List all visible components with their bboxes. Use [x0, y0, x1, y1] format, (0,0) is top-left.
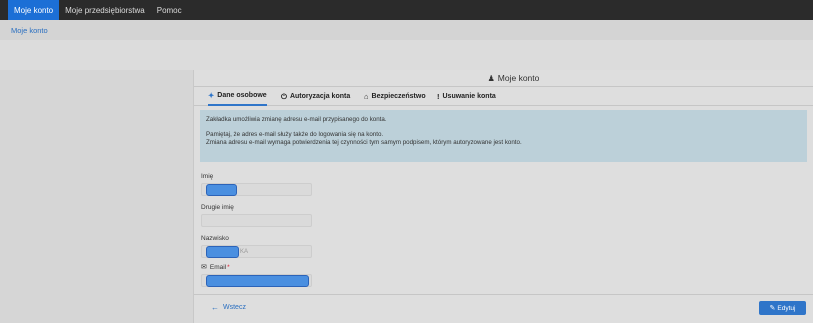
edit-label: Edytuj	[777, 304, 796, 312]
second-name-field: Drugie imię	[201, 204, 312, 227]
nav-item-moje-konto[interactable]: Moje konto	[8, 0, 60, 20]
tab-label: Dane osobowe	[217, 92, 267, 99]
breadcrumb[interactable]: Moje konto	[11, 26, 48, 35]
lock-icon: ⌂	[364, 92, 369, 101]
top-navigation: Moje konto Moje przedsiębiorstwa Pomoc	[0, 0, 813, 20]
last-name-label: Nazwisko	[201, 235, 229, 242]
arrow-left-icon: ←	[211, 303, 219, 312]
tab-label: Usuwanie konta	[442, 93, 496, 100]
back-label: Wstecz	[223, 304, 246, 311]
tabs: ✦ Dane osobowe ⏻ Autoryzacja konta ⌂ Bez…	[194, 87, 813, 106]
nav-item-moje-przedsiebiorstwa[interactable]: Moje przedsiębiorstwa	[59, 0, 151, 20]
left-column	[0, 70, 193, 323]
nav-item-pomoc[interactable]: Pomoc	[151, 0, 188, 20]
last-name-suffix: KA	[240, 249, 249, 255]
redacted-value	[206, 275, 309, 287]
tab-label: Bezpieczeństwo	[371, 93, 426, 100]
second-name-label: Drugie imię	[201, 204, 234, 211]
info-text: Zakładka umożliwia zmianę adresu e-mail …	[206, 116, 387, 123]
tab-autoryzacja-konta[interactable]: ⏻ Autoryzacja konta	[281, 87, 350, 106]
redacted-value	[206, 246, 239, 258]
first-name-field: Imię	[201, 173, 312, 196]
info-text: Pamiętaj, że adres e-mail służy także do…	[206, 130, 384, 138]
power-icon: ⏻	[281, 91, 287, 101]
email-label-row: ✉ Email *	[201, 263, 312, 272]
tab-label: Autoryzacja konta	[289, 93, 351, 100]
second-name-input[interactable]	[201, 214, 312, 227]
panel-footer: ← Wstecz ✎ Edytuj	[194, 294, 813, 323]
tab-bezpieczenstwo[interactable]: ⌂ Bezpieczeństwo	[364, 87, 426, 106]
panel-title: Moje konto	[497, 73, 540, 83]
mail-icon: ✉	[201, 264, 207, 271]
info-box: Zakładka umożliwia zmianę adresu e-mail …	[200, 110, 807, 162]
breadcrumb-bar: Moje konto	[0, 20, 813, 40]
account-panel: ♟ Moje konto ✦ Dane osobowe ⏻ Autoryzacj…	[193, 70, 813, 323]
tab-dane-osobowe[interactable]: ✦ Dane osobowe	[208, 87, 267, 106]
last-name-input[interactable]: KA	[201, 245, 312, 258]
back-link[interactable]: ← Wstecz	[211, 303, 246, 312]
tab-usuwanie-konta[interactable]: ! Usuwanie konta	[437, 87, 496, 106]
email-label: Email	[209, 263, 227, 271]
required-mark: *	[227, 263, 230, 271]
panel-header: ♟ Moje konto	[194, 70, 813, 87]
edit-icon: ✎	[769, 305, 776, 312]
first-name-label: Imię	[201, 173, 214, 180]
person-icon: ✦	[208, 91, 215, 100]
last-name-field: Nazwisko KA	[201, 235, 312, 258]
first-name-input[interactable]	[201, 183, 312, 196]
exclamation-icon: !	[437, 92, 440, 101]
redacted-value	[206, 184, 237, 196]
email-field: ✉ Email *	[201, 263, 312, 287]
info-text: Zmiana adresu e-mail wymaga potwierdzeni…	[206, 139, 522, 146]
email-input[interactable]	[201, 274, 312, 287]
edit-button[interactable]: ✎ Edytuj	[759, 301, 806, 315]
user-icon: ♟	[487, 73, 495, 83]
